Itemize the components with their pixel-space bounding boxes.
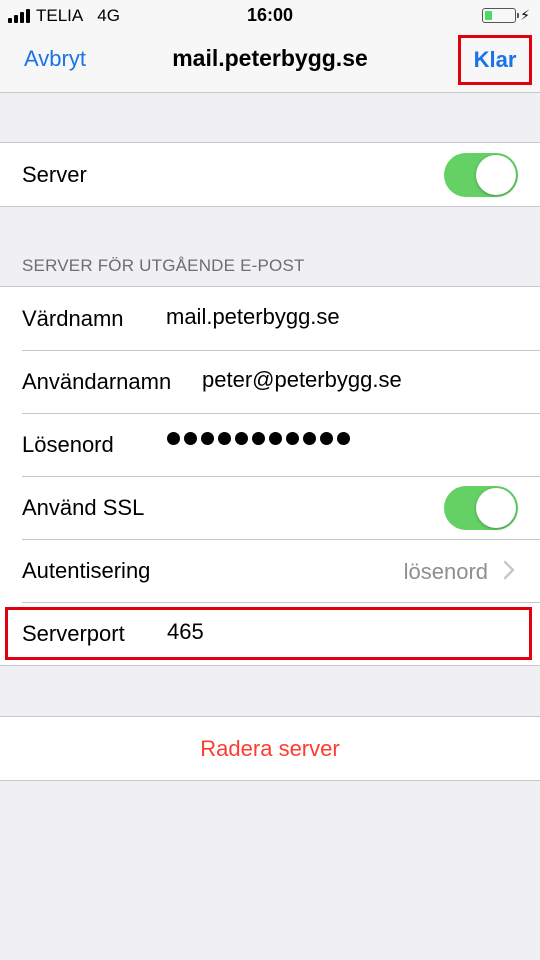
delete-server-row[interactable]: Radera server: [0, 717, 540, 780]
password-dot: [218, 432, 231, 445]
chevron-right-icon: [503, 560, 515, 580]
server-label: Server: [22, 162, 87, 187]
password-dot: [252, 432, 265, 445]
ssl-row: Använd SSL: [0, 476, 540, 539]
password-dot: [184, 432, 197, 445]
battery-level: [485, 11, 492, 20]
password-dot: [167, 432, 180, 445]
hostname-label: Värdnamn: [22, 306, 124, 331]
charging-icon: ⚡: [520, 7, 530, 23]
delete-server-button[interactable]: Radera server: [0, 736, 540, 762]
status-time: 16:00: [246, 5, 294, 25]
status-bar: TELIA 4G 16:00 ⚡: [0, 0, 540, 30]
server-toggle[interactable]: [444, 153, 518, 197]
authentication-value: lösenord: [403, 559, 488, 584]
password-row[interactable]: Lösenord: [0, 413, 540, 476]
done-button-label: Klar: [473, 47, 517, 72]
password-dot: [286, 432, 299, 445]
username-row[interactable]: Användarnamn peter@peterbygg.se: [0, 350, 540, 413]
ssl-label: Använd SSL: [22, 495, 145, 520]
username-label: Användarnamn: [22, 369, 172, 394]
ssl-toggle[interactable]: [444, 486, 518, 530]
done-button[interactable]: Klar: [458, 35, 532, 85]
password-field[interactable]: [167, 432, 350, 445]
server-port-field[interactable]: 465: [167, 619, 204, 645]
hostname-row[interactable]: Värdnamn mail.peterbygg.se: [0, 287, 540, 350]
authentication-row[interactable]: Autentisering lösenord: [0, 539, 540, 602]
username-field[interactable]: peter@peterbygg.se: [202, 367, 402, 393]
toggle-knob: [476, 155, 516, 195]
authentication-label: Autentisering: [22, 558, 151, 583]
password-dot: [320, 432, 333, 445]
toggle-knob: [476, 488, 516, 528]
password-dot: [303, 432, 316, 445]
status-right: ⚡: [482, 7, 530, 24]
nav-bar: Avbryt mail.peterbygg.se Klar: [0, 30, 540, 93]
outgoing-server-group: Värdnamn mail.peterbygg.se Användarnamn …: [0, 286, 540, 666]
delete-group: Radera server: [0, 716, 540, 781]
section-header-outgoing: SERVER FÖR UTGÅENDE E-POST: [22, 256, 305, 275]
password-dot: [337, 432, 350, 445]
server-row: Server: [0, 143, 540, 206]
password-label: Lösenord: [22, 432, 114, 457]
password-dot: [235, 432, 248, 445]
server-port-row[interactable]: Serverport 465: [0, 602, 540, 665]
server-group: Server: [0, 142, 540, 207]
hostname-field[interactable]: mail.peterbygg.se: [166, 304, 340, 330]
password-dot: [201, 432, 214, 445]
server-port-label: Serverport: [22, 621, 125, 646]
battery-icon: [482, 8, 520, 23]
password-dot: [269, 432, 282, 445]
